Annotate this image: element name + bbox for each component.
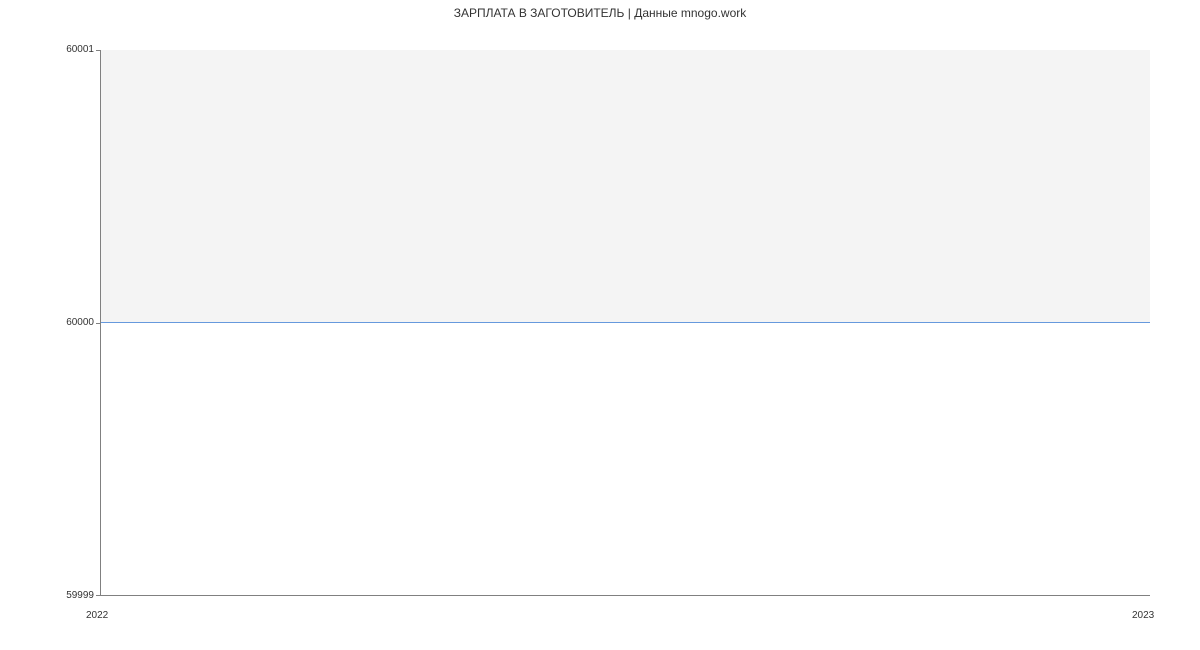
- plot-area: [100, 50, 1150, 596]
- chart-container: ЗАРПЛАТА В ЗАГОТОВИТЕЛЬ | Данные mnogo.w…: [0, 0, 1200, 650]
- x-label-right: 2023: [1132, 610, 1154, 621]
- y-label-top: 60001: [14, 44, 94, 55]
- shaded-band: [101, 50, 1150, 323]
- y-tick-mid: [96, 323, 100, 324]
- y-tick-bot: [96, 595, 100, 596]
- x-label-left: 2022: [86, 610, 108, 621]
- data-line: [101, 322, 1150, 323]
- y-label-mid: 60000: [14, 317, 94, 328]
- y-tick-top: [96, 50, 100, 51]
- y-label-bot: 59999: [14, 590, 94, 601]
- chart-title: ЗАРПЛАТА В ЗАГОТОВИТЕЛЬ | Данные mnogo.w…: [0, 6, 1200, 20]
